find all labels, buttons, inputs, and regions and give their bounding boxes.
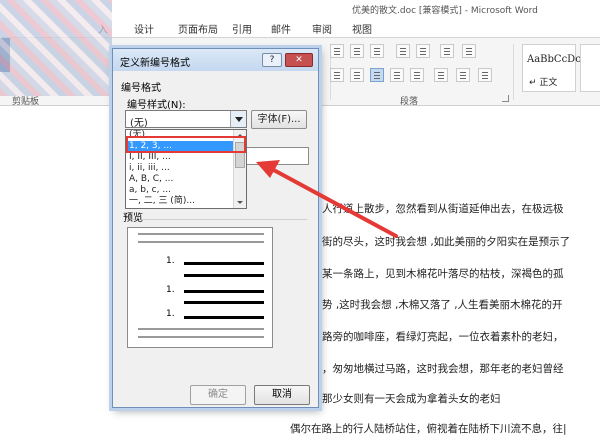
preview-text-line [184, 301, 264, 304]
tab-page-layout[interactable]: 页面布局 [178, 21, 218, 36]
list-item[interactable]: i, ii, iii, ... [126, 163, 234, 174]
number-style-value: (无) [130, 118, 148, 129]
preview-line [138, 241, 264, 243]
tab-references[interactable]: 引用 [232, 21, 252, 36]
dialog-title: 定义新编号格式 [120, 58, 190, 69]
decrease-indent-button[interactable] [396, 44, 410, 58]
shading-button[interactable] [456, 68, 470, 82]
font-button[interactable]: 字体(F)... [251, 110, 307, 129]
preview-line [138, 233, 264, 235]
number-style-select[interactable]: (无) [125, 110, 247, 129]
numbering-button[interactable] [350, 44, 364, 58]
style-normal[interactable]: AaBbCcDc ↵ 正文 [522, 44, 581, 92]
divider [125, 219, 307, 220]
doc-line: 那少女则有一天会成为拿着头女的老妇 [322, 393, 501, 405]
paragraph-group-label: 段落 [400, 97, 419, 107]
doc-line: 某一条路上，见到木棉花叶落尽的枯枝，深褐色的孤 [322, 268, 564, 280]
tab-design[interactable]: 设计 [134, 21, 154, 36]
help-button[interactable]: ? [262, 53, 282, 67]
line-spacing-button[interactable] [434, 68, 448, 82]
scroll-down-icon[interactable] [234, 197, 246, 208]
tab-review[interactable]: 审阅 [312, 21, 332, 36]
doc-line: 街的尽头，这时我会想 ,如此美丽的夕阳实在是预示了 [322, 236, 571, 248]
preview-text-line [184, 290, 264, 293]
preview-number: 1. [166, 309, 175, 319]
show-marks-button[interactable] [462, 44, 476, 58]
ok-button[interactable]: 确定 [190, 385, 246, 405]
distributed-button[interactable] [410, 68, 424, 82]
list-item[interactable]: 一, 二, 三 (简)... [126, 196, 234, 207]
borders-button[interactable] [478, 68, 492, 82]
multilevel-list-button[interactable] [370, 44, 384, 58]
number-format-section-label: 编号格式 [121, 83, 161, 94]
preview-line [138, 336, 264, 338]
list-item[interactable]: A, B, C, ... [126, 174, 234, 185]
cancel-button[interactable]: 取消 [254, 385, 310, 405]
blurred-region [0, 0, 112, 96]
preview-text-line [184, 274, 264, 277]
tab-mailings[interactable]: 邮件 [271, 21, 291, 36]
justify-button[interactable] [370, 68, 384, 82]
doc-line: 人行道上散步，忽然看到从街道延伸出去，在极远极 [322, 203, 564, 215]
preview-text-line [184, 262, 264, 265]
align-left-button[interactable] [330, 68, 344, 82]
doc-line: 势 ,这时我会想 ,木棉又落了 ,人生看美丽木棉花的开 [322, 299, 563, 311]
chevron-down-icon[interactable] [230, 111, 246, 127]
window-title: 优美的散文.doc [兼容模式] - Microsoft Word [352, 6, 538, 16]
doc-line: 路旁的咖啡座，看绿灯亮起，一位衣着素朴的老妇， [322, 331, 564, 343]
preview-line [138, 328, 264, 330]
preview-text-line [184, 316, 264, 319]
doc-line: ，匆匆地横过马路，这时我会想，那年老的老妇曾经 [322, 363, 564, 375]
doc-line: 偶尔在路上的行人陆桥站住，俯视着在陆桥下川流不息，往| [290, 423, 567, 435]
preview-pane: 1. 1. 1. [127, 227, 273, 348]
align-center-button[interactable] [350, 68, 364, 82]
bullets-button[interactable] [330, 44, 344, 58]
increase-indent-button[interactable] [416, 44, 430, 58]
define-number-format-dialog: 定义新编号格式 ? ✕ 编号格式 编号样式(N): (无) 字体(F)... (… [112, 48, 319, 408]
sort-button[interactable] [440, 44, 454, 58]
preview-number: 1. [166, 285, 175, 295]
annotation-highlight-box [126, 136, 246, 153]
list-item[interactable]: a, b, c, ... [126, 185, 234, 196]
style-sample: AaBbCcDc [527, 54, 581, 65]
group-separator [513, 44, 514, 100]
preview-number: 1. [166, 256, 175, 266]
tab-view[interactable]: 视图 [352, 21, 372, 36]
align-right-button[interactable] [390, 68, 404, 82]
number-style-label: 编号样式(N): [127, 100, 186, 111]
list-item[interactable]: I, II, III, ... [126, 152, 234, 163]
close-button[interactable]: ✕ [285, 53, 313, 67]
dialog-titlebar[interactable]: 定义新编号格式 ? ✕ [113, 49, 318, 71]
paragraph-dialog-launcher-icon[interactable] [502, 95, 509, 102]
preview-label: 预览 [123, 213, 143, 224]
style-name: ↵ 正文 [529, 78, 558, 88]
style-next[interactable] [580, 44, 600, 92]
